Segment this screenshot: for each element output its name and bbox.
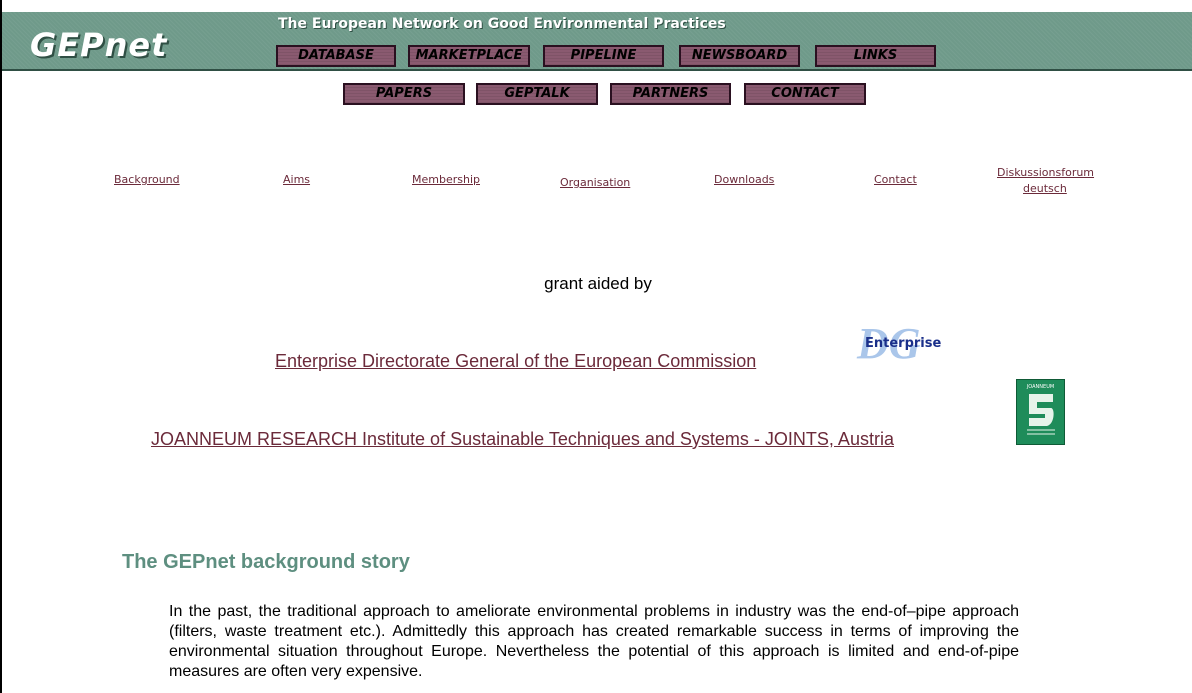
nav-links-button[interactable]: LINKS (815, 45, 936, 67)
top-strip (2, 0, 1192, 12)
gepnet-logo[interactable]: GEPnet (30, 26, 167, 64)
subnav-forum-deutsch-link[interactable]: deutsch (1023, 182, 1067, 195)
joanneum-logo-mark: JOANNEUM (1026, 384, 1055, 435)
subnav-membership-link[interactable]: Membership (412, 173, 480, 186)
nav-database-button[interactable]: DATABASE (276, 45, 396, 67)
dg-logo-word: Enterprise (865, 336, 942, 351)
subnav-downloads-link[interactable]: Downloads (714, 173, 774, 186)
site-header: GEPnet The European Network on Good Envi… (2, 12, 1192, 71)
nav-contact-button[interactable]: CONTACT (744, 83, 866, 105)
nav-papers-button[interactable]: PAPERS (343, 83, 465, 105)
dg-enterprise-logo[interactable]: DG Enterprise (857, 322, 942, 368)
nav-marketplace-button[interactable]: MARKETPLACE (408, 45, 530, 67)
subnav-background-link[interactable]: Background (114, 173, 180, 186)
nav-pipeline-button[interactable]: PIPELINE (543, 45, 664, 67)
subnav-organisation-link[interactable]: Organisation (560, 176, 630, 189)
subnav-contact-link[interactable]: Contact (874, 173, 917, 186)
joanneum-logo-text: JOANNEUM (1026, 384, 1054, 390)
site-tagline: The European Network on Good Environment… (278, 16, 726, 32)
nav-partners-button[interactable]: PARTNERS (610, 83, 731, 105)
joanneum-research-link[interactable]: JOANNEUM RESEARCH Institute of Sustainab… (151, 429, 894, 450)
nav-newsboard-button[interactable]: NEWSBOARD (679, 45, 800, 67)
grant-label: grant aided by (544, 274, 652, 293)
background-paragraph: In the past, the traditional approach to… (169, 603, 1019, 680)
nav-geptalk-button[interactable]: GEPTALK (476, 83, 598, 105)
subnav-aims-link[interactable]: Aims (283, 173, 310, 186)
enterprise-dg-link[interactable]: Enterprise Directorate General of the Eu… (275, 351, 756, 372)
subnav-forum-link[interactable]: Diskussionsforum (997, 166, 1094, 179)
joanneum-research-logo[interactable]: JOANNEUM (1016, 379, 1065, 445)
background-story-title: The GEPnet background story (122, 551, 410, 573)
